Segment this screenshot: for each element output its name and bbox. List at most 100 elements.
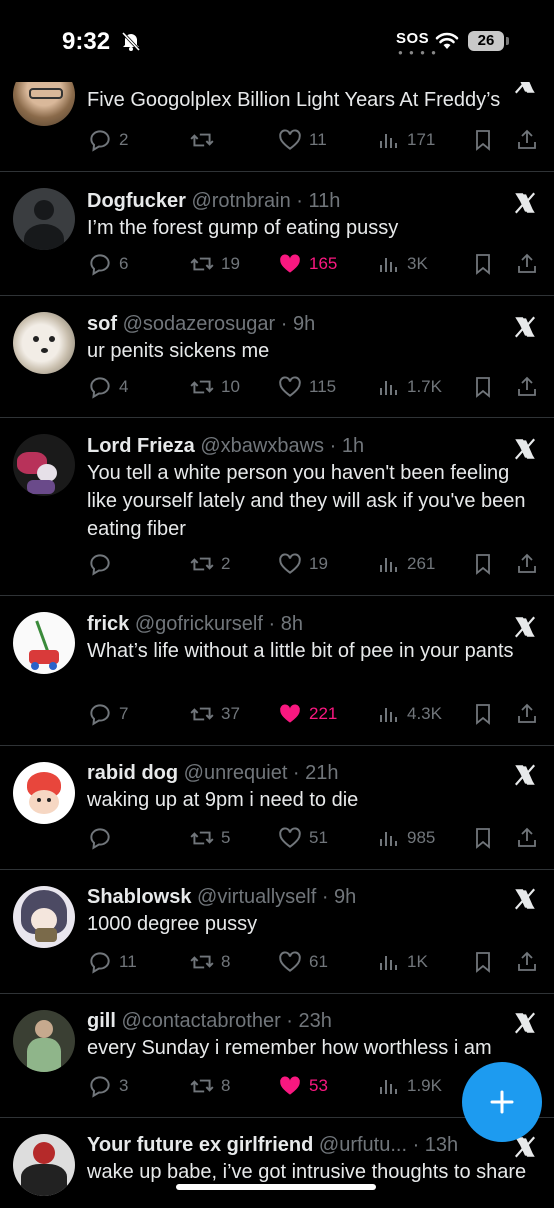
tweet-text: You tell a white person you haven't been… <box>87 462 526 540</box>
handle-time: @rotnbrain · 11h <box>191 190 341 212</box>
display-name[interactable]: Your future ex girlfriend <box>87 1134 313 1156</box>
reply-button[interactable] <box>87 824 119 852</box>
avatar[interactable] <box>13 1010 75 1072</box>
like-button[interactable]: 61 <box>277 948 328 976</box>
home-indicator[interactable] <box>176 1184 376 1190</box>
retweet-button[interactable]: 8 <box>189 1072 230 1100</box>
tweet[interactable]: frick @gofrickurself · 8h What’s life wi… <box>0 596 554 746</box>
tweet[interactable]: Five Googolplex Billion Light Years At F… <box>0 64 554 172</box>
share-icon[interactable] <box>515 949 539 975</box>
reply-button[interactable]: 3 <box>87 1072 128 1100</box>
reply-count: 6 <box>119 254 129 273</box>
tweet[interactable]: Your future ex girlfriend @urfutu... · 1… <box>0 1118 554 1208</box>
bookmark-icon[interactable] <box>471 701 495 727</box>
tweet-text: Five Googolplex Billion Light Years At F… <box>87 89 501 111</box>
share-icon[interactable] <box>515 551 539 577</box>
avatar[interactable] <box>13 188 75 250</box>
bookmark-icon[interactable] <box>471 374 495 400</box>
share-icon[interactable] <box>515 701 539 727</box>
heart-icon <box>279 827 301 848</box>
retweet-count: 10 <box>221 377 240 396</box>
retweet-count: 8 <box>221 1076 231 1095</box>
views-button[interactable]: 1K <box>377 948 428 976</box>
like-button[interactable]: 51 <box>277 824 328 852</box>
handle-time: @contactabrother · 23h <box>121 1010 332 1032</box>
like-button[interactable]: 115 <box>277 373 336 401</box>
retweet-button[interactable]: 19 <box>189 250 240 278</box>
display-name[interactable]: frick <box>87 613 129 635</box>
bookmark-icon[interactable] <box>471 127 495 153</box>
views-button[interactable]: 171 <box>377 126 435 154</box>
display-name[interactable]: Shablowsk <box>87 886 191 908</box>
views-count: 171 <box>407 130 436 149</box>
share-icon[interactable] <box>515 251 539 277</box>
like-count: 51 <box>309 828 328 847</box>
views-button[interactable]: 985 <box>377 824 435 852</box>
compose-button[interactable] <box>462 1062 542 1142</box>
share-icon[interactable] <box>515 825 539 851</box>
views-button[interactable]: 1.9K <box>377 1072 442 1100</box>
status-bar: 9:32 SOS ● ● ● ● 26 <box>0 0 554 82</box>
like-button[interactable]: 53 <box>277 1072 328 1100</box>
tweet[interactable]: Dogfucker @rotnbrain · 11h I’m the fores… <box>0 172 554 296</box>
reply-button[interactable]: 2 <box>87 126 128 154</box>
tweet[interactable]: Shablowsk @virtuallyself · 9h 1000 degre… <box>0 870 554 994</box>
retweet-button[interactable] <box>189 126 221 154</box>
retweet-button[interactable]: 37 <box>189 700 240 728</box>
avatar[interactable] <box>13 762 75 824</box>
retweet-count: 37 <box>221 704 240 723</box>
avatar[interactable] <box>13 612 75 674</box>
display-name[interactable]: Dogfucker <box>87 190 186 212</box>
heart-icon <box>279 553 301 574</box>
views-button[interactable]: 1.7K <box>377 373 442 401</box>
like-button[interactable]: 165 <box>277 250 337 278</box>
views-bar-icon <box>380 558 397 572</box>
share-icon[interactable] <box>515 127 539 153</box>
views-button[interactable]: 261 <box>377 550 435 578</box>
reply-button[interactable]: 4 <box>87 373 128 401</box>
tweet[interactable]: sof @sodazerosugar · 9h ur penits sicken… <box>0 296 554 418</box>
like-button[interactable]: 19 <box>277 550 328 578</box>
reply-button[interactable] <box>87 550 119 578</box>
reply-count: 3 <box>119 1076 129 1095</box>
bookmark-icon[interactable] <box>471 949 495 975</box>
reply-icon <box>90 828 110 850</box>
views-button[interactable]: 4.3K <box>377 700 442 728</box>
avatar[interactable] <box>13 886 75 948</box>
reply-count: 11 <box>119 952 137 971</box>
tweet[interactable]: Lord Frieza @xbawxbaws · 1h You tell a w… <box>0 418 554 596</box>
display-name[interactable]: gill <box>87 1010 116 1032</box>
views-bar-icon <box>380 1080 397 1094</box>
reply-button[interactable]: 11 <box>87 948 137 976</box>
handle-time: @virtuallyself · 9h <box>197 886 357 908</box>
like-button[interactable]: 221 <box>277 700 337 728</box>
bookmark-icon[interactable] <box>471 251 495 277</box>
avatar[interactable] <box>13 312 75 374</box>
display-name[interactable]: rabid dog <box>87 762 178 784</box>
like-count: 19 <box>309 554 328 573</box>
bookmark-icon[interactable] <box>471 551 495 577</box>
avatar[interactable] <box>13 434 75 496</box>
views-button[interactable]: 3K <box>377 250 428 278</box>
bookmark-icon[interactable] <box>471 825 495 851</box>
reply-button[interactable]: 6 <box>87 250 128 278</box>
retweet-icon <box>190 831 214 845</box>
views-bar-icon <box>380 134 397 148</box>
retweet-button[interactable]: 8 <box>189 948 230 976</box>
display-name[interactable]: Lord Frieza <box>87 435 195 457</box>
retweet-button[interactable]: 10 <box>189 373 240 401</box>
retweet-button[interactable]: 2 <box>189 550 230 578</box>
tweet-text: What’s life without a little bit of pee … <box>87 640 514 662</box>
tweet[interactable]: rabid dog @unrequiet · 21h waking up at … <box>0 746 554 870</box>
avatar[interactable] <box>13 1134 75 1196</box>
retweet-button[interactable]: 5 <box>189 824 230 852</box>
like-button[interactable]: 11 <box>277 126 327 154</box>
share-icon[interactable] <box>515 374 539 400</box>
reply-button[interactable]: 7 <box>87 700 128 728</box>
like-count: 53 <box>309 1076 328 1095</box>
display-name[interactable]: sof <box>87 313 117 335</box>
retweet-icon <box>190 133 214 147</box>
retweet-icon <box>190 955 214 969</box>
reply-icon <box>90 554 110 576</box>
tweet-text: ur penits sickens me <box>87 340 270 362</box>
